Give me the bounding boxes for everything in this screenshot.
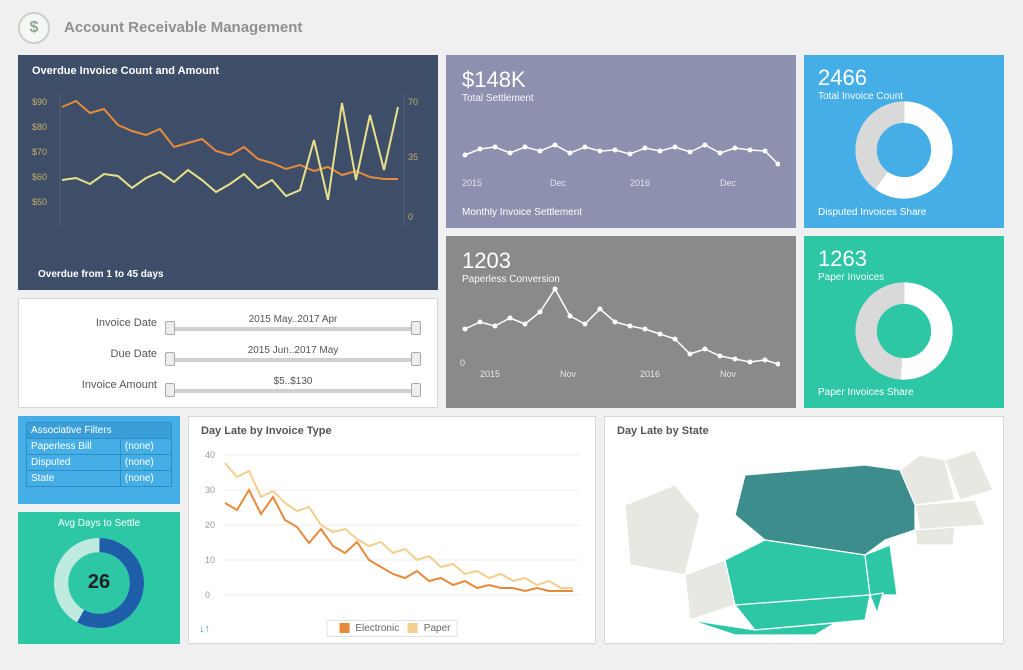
us-northeast-map — [615, 445, 995, 635]
avg-days-card[interactable]: Avg Days to Settle 26 — [18, 512, 180, 644]
map-title: Day Late by State — [617, 425, 991, 437]
svg-text:10: 10 — [205, 555, 215, 565]
paper-invoice-card[interactable]: 1263 Paper Invoices Paper Invoices Share — [804, 236, 1004, 409]
slider-due-date[interactable]: Due Date 2015 Jun..2017 May — [39, 338, 417, 369]
disputed-donut-chart — [854, 100, 954, 200]
svg-text:2016: 2016 — [640, 369, 660, 379]
svg-text:Dec: Dec — [550, 178, 567, 188]
paper-footer: Paper Invoices Share — [818, 387, 914, 398]
svg-text:Dec: Dec — [720, 178, 737, 188]
svg-text:40: 40 — [205, 450, 215, 460]
svg-text:0: 0 — [460, 358, 465, 368]
paperless-value: 1203 — [462, 248, 780, 274]
total-invoice-value: 2466 — [818, 65, 990, 91]
table-row[interactable]: Paperless Bill(none) — [27, 439, 172, 455]
table-row[interactable]: Disputed(none) — [27, 455, 172, 471]
legend-swatch-electronic — [340, 623, 350, 633]
filter-sliders-card: Invoice Date 2015 May..2017 Apr Due Date… — [18, 298, 438, 408]
svg-text:$80: $80 — [32, 122, 47, 132]
settlement-label: Total Settlement — [462, 93, 780, 104]
svg-text:Nov: Nov — [720, 369, 737, 379]
day-late-chart: 40 30 20 10 0 — [205, 443, 585, 613]
svg-text:Nov: Nov — [560, 369, 577, 379]
sort-icon[interactable]: ↓↑ — [199, 623, 210, 635]
overdue-chart: $90 $80 $70 $60 $50 70 35 0 — [32, 85, 424, 245]
svg-text:$90: $90 — [32, 97, 47, 107]
table-row[interactable]: State(none) — [27, 471, 172, 487]
paper-invoice-value: 1263 — [818, 246, 990, 272]
svg-text:0: 0 — [408, 212, 413, 222]
settlement-footer: Monthly Invoice Settlement — [462, 207, 582, 218]
day-late-legend: Electronic Paper — [327, 620, 458, 637]
page-title: Account Receivable Management — [64, 19, 302, 36]
svg-text:20: 20 — [205, 520, 215, 530]
svg-text:$50: $50 — [32, 197, 47, 207]
svg-text:$60: $60 — [32, 172, 47, 182]
paperless-chart: 0 2015 Nov 2016 Nov — [460, 284, 780, 379]
logo-icon: $ — [18, 12, 50, 44]
day-late-title: Day Late by Invoice Type — [201, 425, 583, 437]
overdue-subtitle: Overdue from 1 to 45 days — [38, 269, 164, 280]
avg-days-title: Avg Days to Settle — [24, 518, 174, 529]
assoc-filters-card[interactable]: Associative Filters Paperless Bill(none)… — [18, 416, 180, 504]
day-late-state-card[interactable]: Day Late by State — [604, 416, 1004, 644]
overdue-card[interactable]: Overdue Invoice Count and Amount $90 $80 … — [18, 55, 438, 290]
svg-text:0: 0 — [205, 590, 210, 600]
disputed-footer: Disputed Invoices Share — [818, 207, 926, 218]
assoc-filters-table: Associative Filters Paperless Bill(none)… — [26, 422, 172, 487]
svg-text:2016: 2016 — [630, 178, 650, 188]
svg-text:30: 30 — [205, 485, 215, 495]
slider-invoice-date[interactable]: Invoice Date 2015 May..2017 Apr — [39, 307, 417, 338]
svg-text:35: 35 — [408, 152, 418, 162]
paper-donut-chart — [854, 281, 954, 381]
svg-text:70: 70 — [408, 97, 418, 107]
total-invoice-card[interactable]: 2466 Total Invoice Count Disputed Invoic… — [804, 55, 1004, 228]
svg-text:2015: 2015 — [462, 178, 482, 188]
svg-text:2015: 2015 — [480, 369, 500, 379]
settlement-value: $148K — [462, 67, 780, 93]
svg-text:$70: $70 — [32, 147, 47, 157]
settlement-card[interactable]: $148K Total Settlement 2015 Dec 2016 Dec… — [446, 55, 796, 228]
avg-days-value: 26 — [88, 571, 110, 594]
slider-invoice-amount[interactable]: Invoice Amount $5..$130 — [39, 369, 417, 400]
settlement-chart: 2015 Dec 2016 Dec — [460, 110, 780, 190]
page-header: $ Account Receivable Management — [0, 0, 1023, 55]
legend-swatch-paper — [408, 623, 418, 633]
paperless-card[interactable]: 1203 Paperless Conversion 0 2015 Nov 201… — [446, 236, 796, 409]
overdue-title: Overdue Invoice Count and Amount — [32, 65, 424, 77]
day-late-type-card[interactable]: Day Late by Invoice Type 40 30 20 10 0 ↓↑ E… — [188, 416, 596, 644]
